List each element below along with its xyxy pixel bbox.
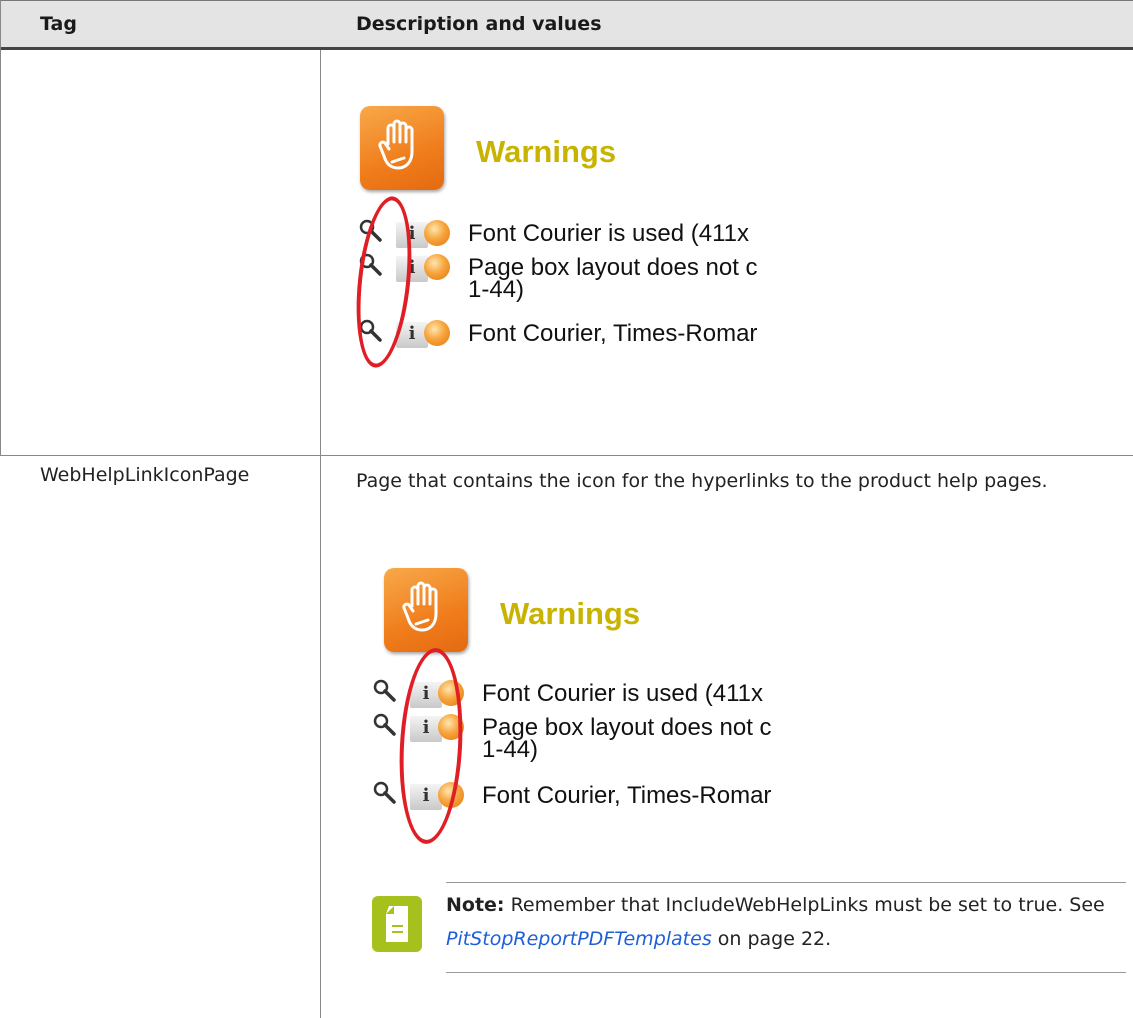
- note-bottom-rule: [446, 972, 1126, 973]
- tag-webhelplinkiconpage: WebHelpLinkIconPage: [40, 464, 250, 486]
- description-text: Page that contains the icon for the hype…: [356, 470, 1048, 492]
- hand-icon: [384, 568, 468, 652]
- tag-description-table: Tag Description and values Warnings i Fo…: [0, 0, 1133, 1018]
- warnings-illustration-info: Warnings i Font Courier is used (411x i …: [373, 568, 902, 868]
- note-page-ref: on page 22.: [711, 928, 832, 950]
- row-divider: [0, 455, 1133, 456]
- warning-orb-icon: [424, 320, 450, 346]
- warning-orb-icon: [424, 254, 450, 280]
- warning-text: Font Courier, Times-Romar: [468, 320, 758, 347]
- header-description: Description and values: [356, 13, 602, 35]
- note-label: Note:: [446, 894, 505, 916]
- warnings-title: Warnings: [476, 134, 617, 169]
- column-divider: [320, 50, 321, 1018]
- magnifier-icon: [373, 781, 396, 804]
- pitstop-templates-link[interactable]: PitStopReportPDFTemplates: [446, 928, 712, 950]
- note-icon: [372, 896, 422, 952]
- note-text: Note: Remember that IncludeWebHelpLinks …: [446, 888, 1126, 956]
- warning-text-continuation: 1-44): [482, 736, 539, 763]
- note-top-rule: [446, 882, 1126, 883]
- warning-text: Font Courier, Times-Romar: [482, 782, 772, 809]
- table-left-border: [0, 0, 1, 455]
- warning-text: Font Courier is used (411x: [482, 680, 764, 707]
- hand-icon: [360, 106, 444, 190]
- warnings-illustration-magnifier: Warnings i Font Courier is used (411x i …: [349, 106, 878, 406]
- warning-text-continuation: 1-44): [468, 276, 525, 303]
- highlight-ring: [394, 646, 468, 846]
- table-header: Tag Description and values: [0, 0, 1133, 50]
- note-body: Remember that IncludeWebHelpLinks must b…: [510, 894, 1105, 916]
- magnifier-icon: [373, 713, 396, 736]
- header-tag: Tag: [40, 13, 77, 35]
- magnifier-icon: [373, 679, 396, 702]
- warning-text: Font Courier is used (411x: [468, 220, 750, 247]
- warning-orb-icon: [424, 220, 450, 246]
- warnings-title: Warnings: [500, 596, 641, 631]
